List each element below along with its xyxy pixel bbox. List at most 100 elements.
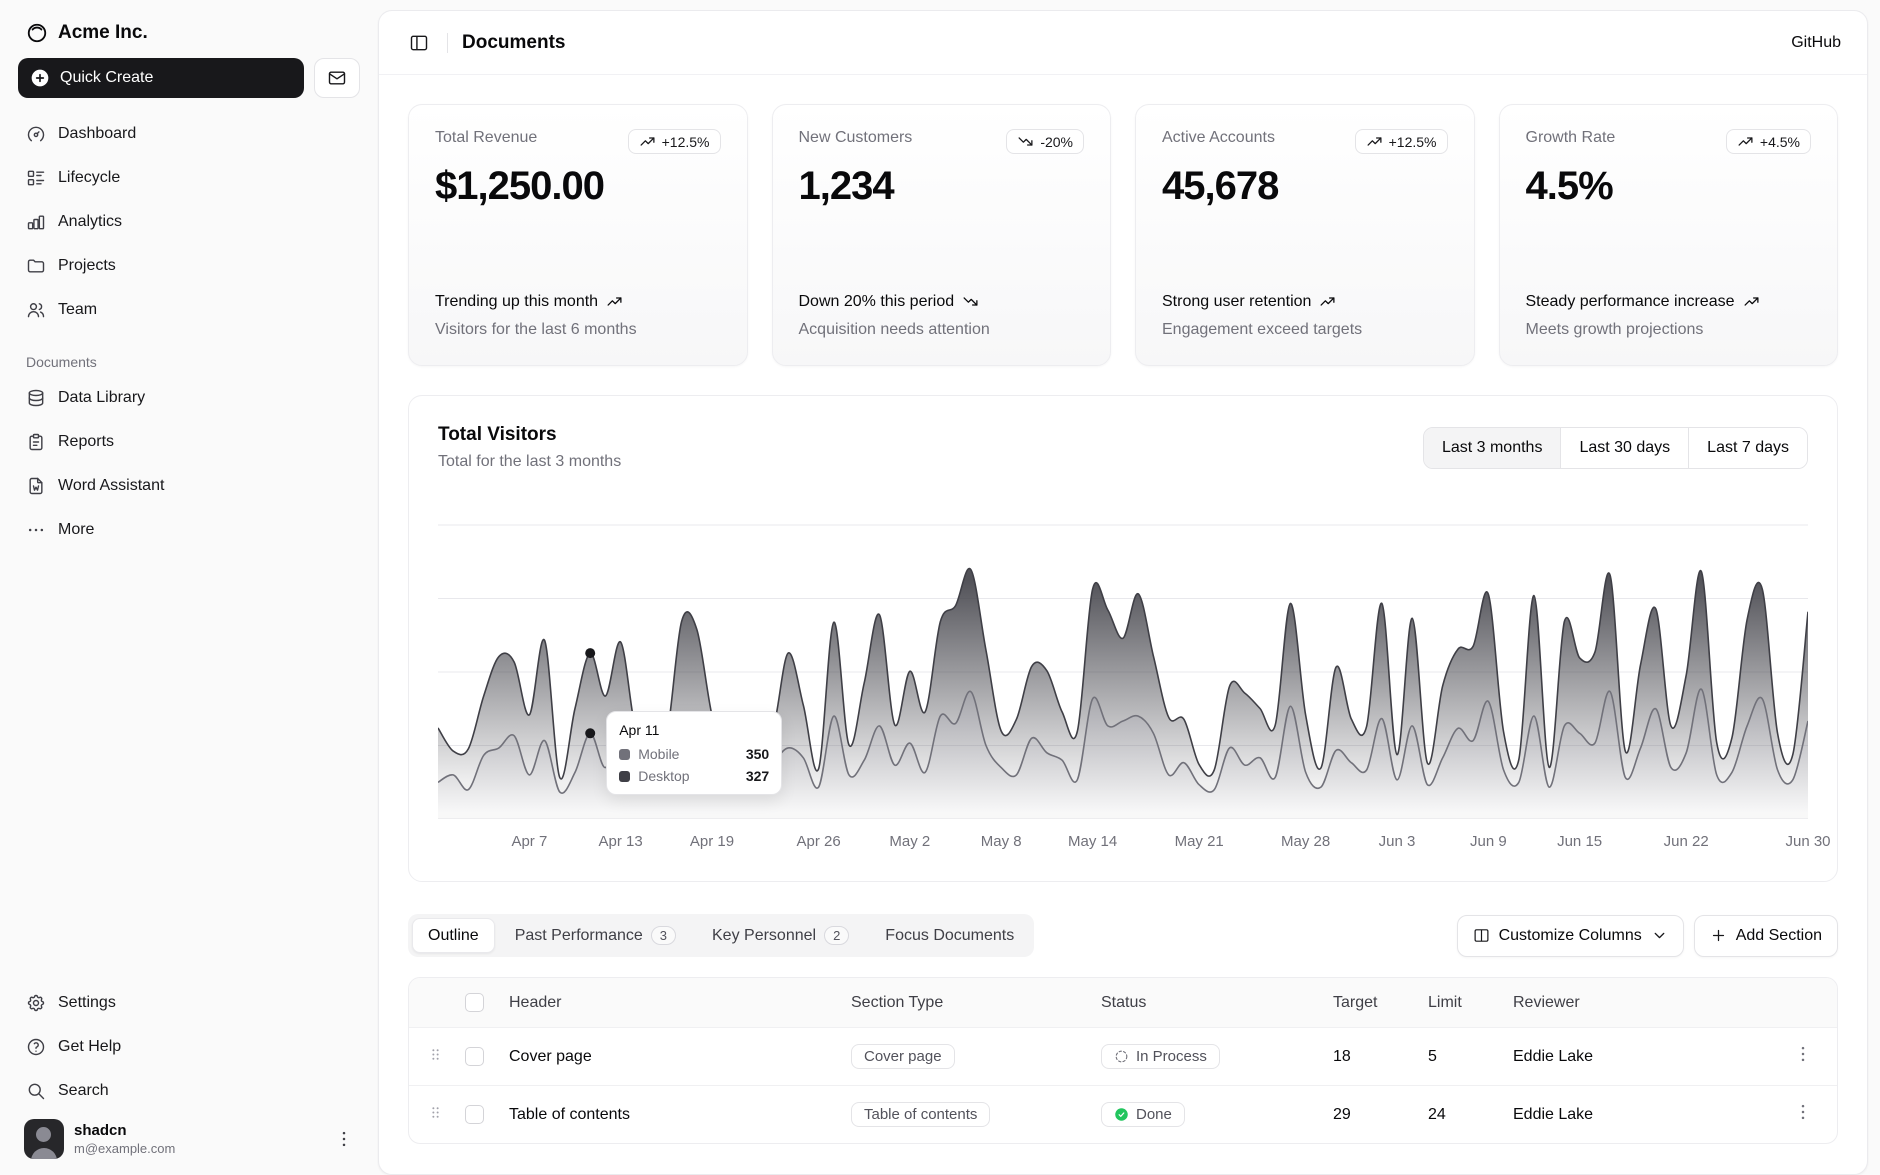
stat-label: New Customers — [799, 129, 913, 147]
sidebar-item-dashboard[interactable]: Dashboard — [16, 114, 362, 154]
limit-cell[interactable]: 24 — [1416, 1086, 1501, 1144]
tab-label: Key Personnel — [712, 927, 816, 945]
documents-group-label: Documents — [16, 354, 362, 370]
stat-footer-title: Down 20% this period — [799, 291, 1085, 313]
tooltip-series-value: 350 — [746, 746, 769, 762]
section-tabs: Outline Past Performance 3 Key Personnel… — [408, 914, 1034, 957]
x-axis-tick: Jun 9 — [1470, 833, 1507, 850]
row-checkbox[interactable] — [465, 1047, 484, 1066]
tab-past-performance[interactable]: Past Performance 3 — [499, 918, 692, 953]
x-axis-tick: May 14 — [1068, 833, 1117, 850]
customize-columns-label: Customize Columns — [1499, 927, 1642, 945]
column-reviewer: Reviewer — [1501, 978, 1781, 1028]
avatar — [24, 1119, 64, 1159]
tab-count-badge: 2 — [824, 926, 849, 945]
stat-footer-subtitle: Meets growth projections — [1526, 319, 1812, 341]
limit-cell[interactable]: 5 — [1416, 1028, 1501, 1086]
sidebar-item-label: Projects — [58, 257, 116, 275]
trending-up-icon — [1743, 293, 1760, 310]
drag-handle-icon[interactable] — [427, 1046, 444, 1063]
trend-badge-value: +4.5% — [1760, 134, 1800, 150]
row-menu-icon[interactable] — [1793, 1102, 1813, 1122]
stat-footer-text: Strong user retention — [1162, 291, 1311, 313]
table-row[interactable]: Table of contents Table of contents Done… — [409, 1086, 1837, 1144]
target-cell[interactable]: 18 — [1321, 1028, 1416, 1086]
trend-badge: +4.5% — [1726, 129, 1811, 154]
add-section-label: Add Section — [1736, 927, 1822, 945]
chart-tooltip: Apr 11 Mobile 350 Desktop 327 — [606, 711, 782, 795]
sidebar-item-analytics[interactable]: Analytics — [16, 202, 362, 242]
status-badge: In Process — [1101, 1044, 1220, 1069]
main-panel: Documents GitHub Total Revenue +12.5% $1… — [378, 10, 1868, 1175]
brand[interactable]: Acme Inc. — [16, 14, 362, 58]
documents-nav: Data Library Reports Word Assistant More — [16, 378, 362, 550]
row-header-link[interactable]: Table of contents — [509, 1106, 630, 1123]
trending-up-icon — [1366, 133, 1383, 150]
row-menu-icon[interactable] — [1793, 1044, 1813, 1064]
customize-columns-button[interactable]: Customize Columns — [1457, 915, 1684, 957]
sidebar-item-more[interactable]: More — [16, 510, 362, 550]
x-axis-tick: Apr 19 — [690, 833, 734, 850]
range-last-3-months[interactable]: Last 3 months — [1424, 428, 1561, 468]
sidebar-footer-nav: Settings Get Help Search — [16, 983, 362, 1111]
tab-key-personnel[interactable]: Key Personnel 2 — [696, 918, 865, 953]
stat-card-active-accounts: Active Accounts +12.5% 45,678 Strong use… — [1135, 104, 1475, 366]
sidebar-item-settings[interactable]: Settings — [16, 983, 362, 1023]
trend-badge: -20% — [1006, 129, 1084, 154]
sidebar-item-team[interactable]: Team — [16, 290, 362, 330]
table-row[interactable]: Cover page Cover page In Process 18 5 Ed… — [409, 1028, 1837, 1086]
gear-icon — [26, 993, 46, 1013]
reviewer-cell: Eddie Lake — [1501, 1086, 1781, 1144]
drag-handle-icon[interactable] — [427, 1104, 444, 1121]
sidebar-toggle-button[interactable] — [405, 29, 433, 57]
tooltip-date: Apr 11 — [619, 722, 769, 738]
x-axis-tick: Jun 30 — [1785, 833, 1830, 850]
range-last-7-days[interactable]: Last 7 days — [1688, 428, 1807, 468]
trend-badge-value: +12.5% — [1389, 134, 1437, 150]
select-all-checkbox[interactable] — [465, 993, 484, 1012]
tooltip-row: Desktop 327 — [619, 768, 769, 784]
acme-logo-icon — [26, 22, 48, 44]
trending-up-icon — [1319, 293, 1336, 310]
tab-focus-documents[interactable]: Focus Documents — [869, 918, 1030, 953]
row-header-link[interactable]: Cover page — [509, 1048, 592, 1065]
x-axis-tick: May 28 — [1281, 833, 1330, 850]
add-section-button[interactable]: Add Section — [1694, 915, 1838, 957]
tab-outline[interactable]: Outline — [412, 918, 495, 953]
user-menu-row[interactable]: shadcn m@example.com — [16, 1111, 362, 1159]
inbox-button[interactable] — [314, 58, 360, 98]
status-text: Done — [1136, 1106, 1172, 1123]
user-menu-icon[interactable] — [334, 1129, 354, 1149]
stat-label: Total Revenue — [435, 129, 537, 147]
stat-card-new-customers: New Customers -20% 1,234 Down 20% this p… — [772, 104, 1112, 366]
stat-footer-subtitle: Acquisition needs attention — [799, 319, 1085, 341]
sidebar-item-projects[interactable]: Projects — [16, 246, 362, 286]
github-link[interactable]: GitHub — [1791, 34, 1841, 52]
quick-create-button[interactable]: Quick Create — [18, 58, 304, 98]
sidebar-item-label: Get Help — [58, 1038, 121, 1056]
brand-name: Acme Inc. — [58, 22, 148, 44]
dashboard-icon — [26, 124, 46, 144]
stat-footer-text: Down 20% this period — [799, 291, 955, 313]
sidebar-item-label: Reports — [58, 433, 114, 451]
sidebar: Acme Inc. Quick Create Dashboard Lifecyc… — [0, 0, 378, 1175]
tab-label: Past Performance — [515, 927, 643, 945]
trending-up-icon — [639, 133, 656, 150]
sidebar-item-lifecycle[interactable]: Lifecycle — [16, 158, 362, 198]
stat-footer-subtitle: Engagement exceed targets — [1162, 319, 1448, 341]
tab-label: Outline — [428, 927, 479, 945]
sidebar-item-word-assistant[interactable]: Word Assistant — [16, 466, 362, 506]
sidebar-item-get-help[interactable]: Get Help — [16, 1027, 362, 1067]
range-last-30-days[interactable]: Last 30 days — [1560, 428, 1688, 468]
chevron-down-icon — [1651, 927, 1668, 944]
sidebar-item-reports[interactable]: Reports — [16, 422, 362, 462]
stat-value: 45,678 — [1162, 164, 1448, 209]
report-icon — [26, 432, 46, 452]
sidebar-item-data-library[interactable]: Data Library — [16, 378, 362, 418]
stat-footer-text: Trending up this month — [435, 291, 598, 313]
section-type-badge: Table of contents — [851, 1102, 990, 1127]
sidebar-item-search[interactable]: Search — [16, 1071, 362, 1111]
target-cell[interactable]: 29 — [1321, 1086, 1416, 1144]
row-checkbox[interactable] — [465, 1105, 484, 1124]
column-section-type: Section Type — [839, 978, 1089, 1028]
